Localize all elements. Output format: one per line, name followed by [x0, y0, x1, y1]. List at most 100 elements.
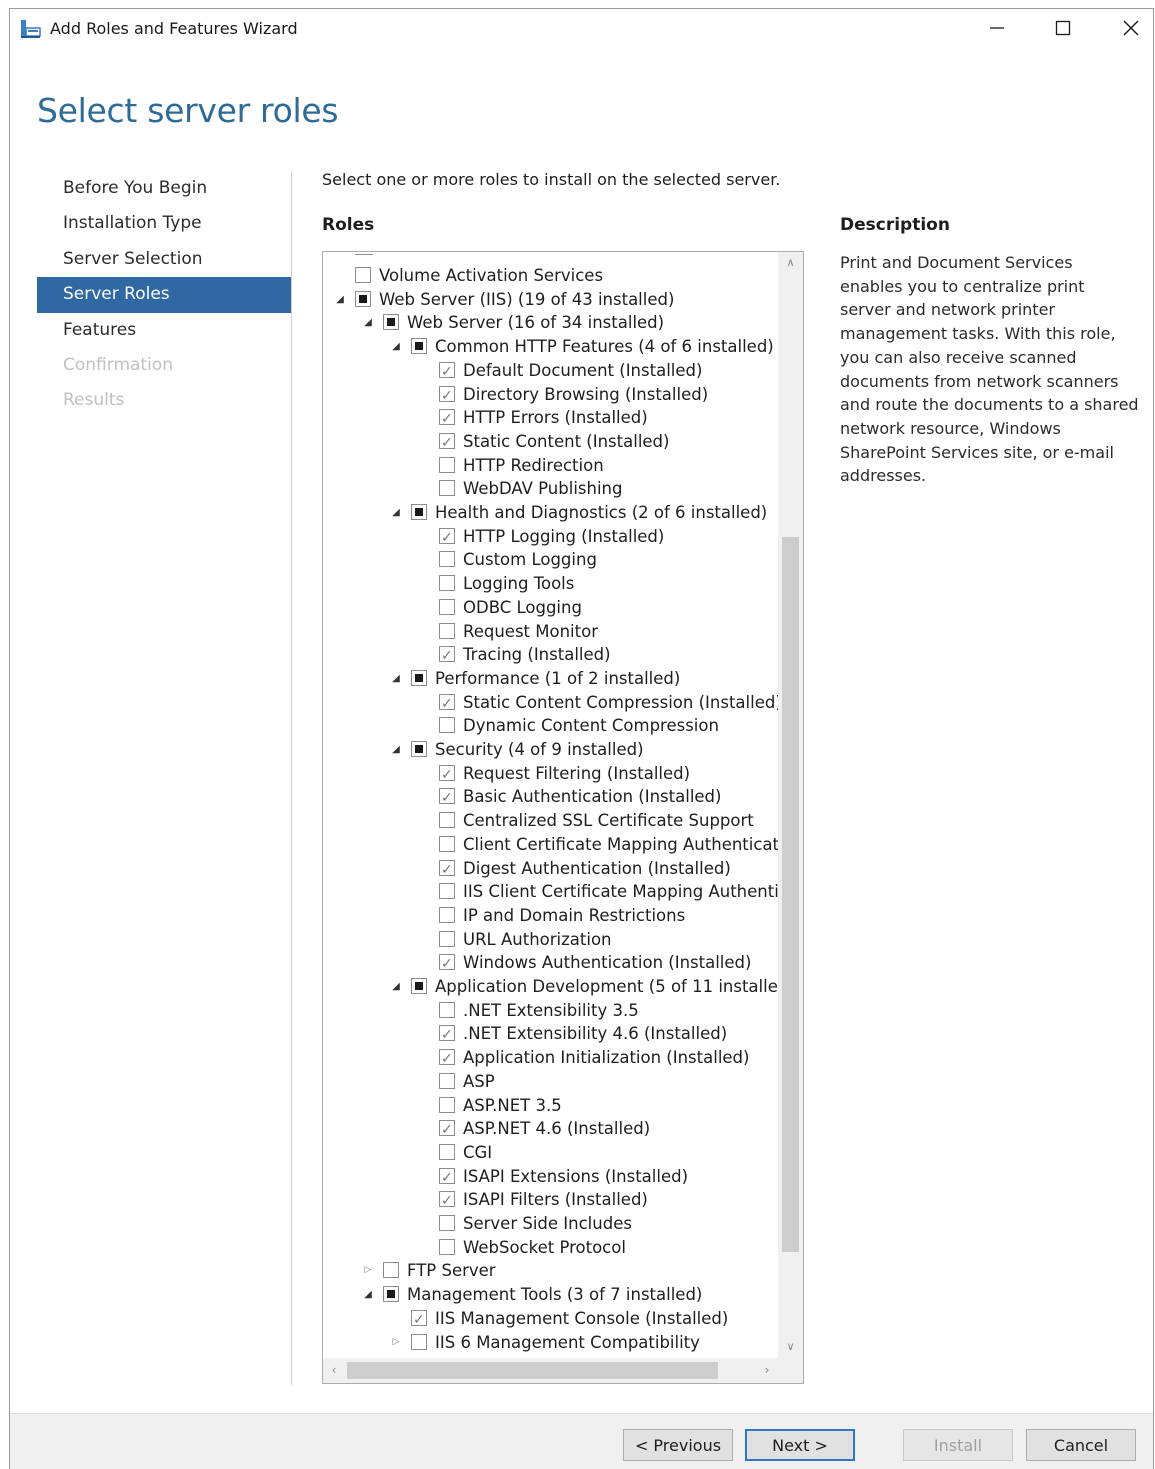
role-checkbox[interactable] [439, 361, 455, 384]
expanded-arrow-icon[interactable]: ◢ [389, 501, 403, 524]
role-tree-item[interactable]: ISAPI Filters (Installed) [323, 1188, 778, 1213]
role-tree-item[interactable]: ◢ Web Server (IIS) (19 of 43 installed) [323, 288, 778, 312]
role-tree-item[interactable]: HTTP Redirection [323, 454, 778, 478]
role-tree-item[interactable]: Default Document (Installed) [323, 359, 778, 384]
role-tree-item[interactable]: ASP [323, 1070, 778, 1094]
role-tree-item[interactable]: WebDAV Publishing [323, 477, 778, 501]
role-tree-item[interactable]: ◢ Health and Diagnostics (2 of 6 installe… [323, 501, 778, 525]
role-tree-item[interactable]: IP and Domain Restrictions [323, 904, 778, 928]
role-checkbox[interactable] [411, 741, 427, 757]
nav-item-installation-type[interactable]: Installation Type [37, 206, 291, 241]
role-tree-item[interactable]: Tracing (Installed) [323, 643, 778, 668]
role-tree-item[interactable]: Custom Logging [323, 548, 778, 572]
role-tree-item[interactable]: ▷ FTP Server [323, 1259, 778, 1283]
role-tree-item[interactable]: Request Monitor [323, 620, 778, 644]
role-tree-item[interactable]: WebSocket Protocol [323, 1236, 778, 1260]
expanded-arrow-icon[interactable]: ◢ [333, 288, 347, 311]
role-checkbox[interactable] [439, 385, 455, 408]
role-checkbox[interactable] [439, 906, 455, 923]
role-tree-item[interactable]: ODBC Logging [323, 596, 778, 620]
role-tree-item[interactable]: URL Authorization [323, 928, 778, 952]
role-tree-item[interactable]: ISAPI Extensions (Installed) [323, 1165, 778, 1190]
previous-button[interactable]: < Previous [623, 1429, 733, 1461]
role-tree-item[interactable]: ASP.NET 4.6 (Installed) [323, 1117, 778, 1142]
role-checkbox[interactable] [439, 1001, 455, 1018]
role-checkbox[interactable] [439, 551, 455, 568]
role-checkbox[interactable] [383, 1262, 399, 1279]
role-checkbox[interactable] [355, 267, 371, 283]
role-checkbox[interactable] [439, 598, 455, 615]
role-tree-item[interactable]: IIS Client Certificate Mapping Authentic [323, 880, 778, 904]
role-checkbox[interactable] [439, 1238, 455, 1255]
expanded-arrow-icon[interactable]: ◢ [389, 975, 403, 998]
role-tree-item[interactable]: ASP.NET 3.5 [323, 1094, 778, 1118]
role-tree-item[interactable]: ◢ Application Development (5 of 11 instal… [323, 975, 778, 999]
role-checkbox[interactable] [439, 1167, 455, 1190]
role-tree-item[interactable]: CGI [323, 1141, 778, 1165]
role-checkbox[interactable] [439, 645, 455, 668]
role-checkbox[interactable] [439, 1143, 455, 1160]
horizontal-scroll-thumb[interactable] [347, 1362, 718, 1379]
cancel-button[interactable]: Cancel [1026, 1429, 1136, 1461]
role-tree-item[interactable]: ◢ Web Server (16 of 34 installed) [323, 311, 778, 335]
role-tree-item[interactable]: Request Filtering (Installed) [323, 762, 778, 787]
horizontal-scrollbar[interactable]: ‹ › [323, 1358, 778, 1383]
role-checkbox[interactable] [411, 1333, 427, 1350]
role-checkbox[interactable] [439, 432, 455, 455]
role-checkbox[interactable] [383, 314, 399, 331]
role-tree-item[interactable]: HTTP Logging (Installed) [323, 525, 778, 550]
role-checkbox[interactable] [439, 1072, 455, 1089]
role-tree-item[interactable]: Logging Tools [323, 572, 778, 596]
expanded-arrow-icon[interactable]: ◢ [361, 311, 375, 334]
role-checkbox[interactable] [439, 835, 455, 852]
role-checkbox[interactable] [439, 1119, 455, 1142]
role-checkbox[interactable] [411, 669, 427, 686]
collapsed-arrow-icon[interactable]: ▷ [361, 1259, 375, 1282]
role-checkbox[interactable] [439, 764, 455, 787]
role-tree-item[interactable]: Application Initialization (Installed) [323, 1046, 778, 1071]
role-checkbox[interactable] [439, 575, 455, 592]
expanded-arrow-icon[interactable]: ◢ [361, 1283, 375, 1306]
role-checkbox[interactable] [439, 787, 455, 810]
role-checkbox[interactable] [439, 527, 455, 550]
role-checkbox[interactable] [439, 456, 455, 473]
role-checkbox[interactable] [439, 480, 455, 497]
scroll-right-arrow-icon[interactable]: › [756, 1358, 778, 1383]
role-checkbox[interactable] [439, 717, 455, 734]
role-tree-item[interactable]: ◢ Performance (1 of 2 installed) [323, 667, 778, 691]
role-checkbox[interactable] [439, 1190, 455, 1213]
role-checkbox[interactable] [355, 290, 371, 307]
scroll-up-arrow-icon[interactable]: ∧ [778, 252, 803, 274]
role-tree-item[interactable]: ▷ IIS 6 Management Compatibility [323, 1331, 778, 1355]
close-button[interactable] [1108, 13, 1154, 47]
role-tree-item[interactable]: .NET Extensibility 4.6 (Installed) [323, 1022, 778, 1047]
minimize-button[interactable] [974, 13, 1020, 47]
nav-item-features[interactable]: Features [37, 313, 291, 348]
role-tree-item[interactable]: ◢ Management Tools (3 of 7 installed) [323, 1283, 778, 1307]
expanded-arrow-icon[interactable]: ◢ [389, 335, 403, 358]
role-checkbox[interactable] [411, 338, 427, 355]
vertical-scrollbar[interactable]: ∧ ∨ [778, 252, 803, 1358]
role-checkbox[interactable] [439, 622, 455, 639]
role-checkbox[interactable] [439, 408, 455, 431]
role-checkbox[interactable] [439, 693, 455, 716]
role-checkbox[interactable] [439, 930, 455, 947]
nav-item-before-you-begin[interactable]: Before You Begin [37, 171, 291, 206]
scroll-left-arrow-icon[interactable]: ‹ [323, 1358, 345, 1383]
role-tree-item[interactable]: Dynamic Content Compression [323, 714, 778, 738]
expanded-arrow-icon[interactable]: ◢ [389, 738, 403, 761]
role-checkbox[interactable] [411, 1309, 427, 1332]
role-checkbox[interactable] [439, 1096, 455, 1113]
role-tree-item[interactable]: Windows Authentication (Installed) [323, 951, 778, 976]
role-tree-item[interactable]: Basic Authentication (Installed) [323, 785, 778, 810]
scroll-down-arrow-icon[interactable]: ∨ [778, 1336, 803, 1358]
role-tree-item[interactable]: .NET Extensibility 3.5 [323, 999, 778, 1023]
role-tree-item[interactable]: Volume Activation Services [323, 264, 778, 288]
role-tree-item[interactable]: ◢ Security (4 of 9 installed) [323, 738, 778, 762]
role-checkbox[interactable] [411, 504, 427, 520]
role-checkbox[interactable] [439, 1024, 455, 1047]
role-tree-item[interactable]: IIS Management Console (Installed) [323, 1307, 778, 1332]
role-tree-item[interactable]: Directory Browsing (Installed) [323, 383, 778, 408]
nav-item-server-roles[interactable]: Server Roles [37, 277, 291, 313]
role-checkbox[interactable] [439, 1215, 455, 1231]
